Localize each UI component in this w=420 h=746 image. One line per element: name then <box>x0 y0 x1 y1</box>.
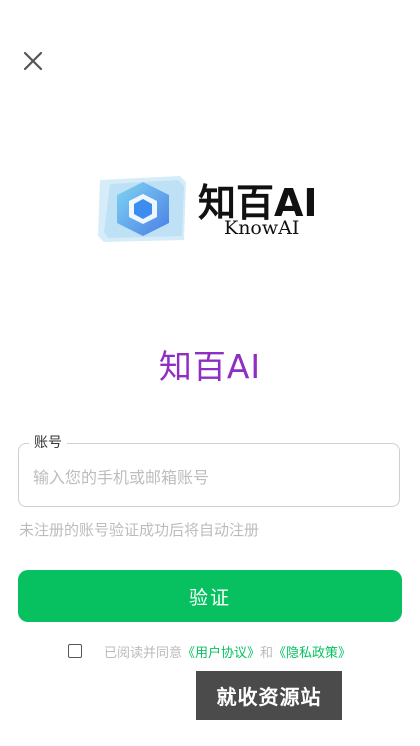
agreement-conjunction: 和 <box>260 645 274 661</box>
logo-subtitle: KnowAI <box>224 217 300 239</box>
account-input[interactable] <box>31 462 385 492</box>
agreement-checkbox[interactable] <box>68 644 82 658</box>
account-field: 账号 <box>18 434 400 507</box>
auto-register-hint: 未注册的账号验证成功后将自动注册 <box>19 521 260 539</box>
account-field-label: 账号 <box>29 434 67 452</box>
agreement-row: 已阅读并同意 《用户协议》 和 《隐私政策》 <box>68 640 351 662</box>
hexagon-logo-icon <box>98 176 186 242</box>
close-icon <box>23 51 43 71</box>
watermark: 就收资源站 <box>196 671 342 720</box>
user-agreement-link[interactable]: 《用户协议》 <box>182 642 260 661</box>
verify-button[interactable]: 验证 <box>18 570 402 622</box>
agreement-prefix: 已阅读并同意 <box>104 645 183 661</box>
watermark-text: 就收资源站 <box>216 685 322 709</box>
app-name-heading: 知百AI <box>158 347 262 386</box>
privacy-policy-link[interactable]: 《隐私政策》 <box>273 642 351 661</box>
logo: 知百AI KnowAI <box>98 172 320 248</box>
close-button[interactable] <box>20 48 46 74</box>
